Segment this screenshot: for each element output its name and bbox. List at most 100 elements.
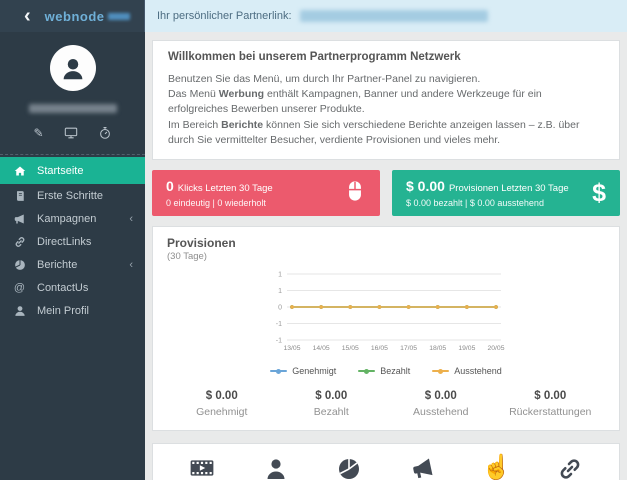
clicks-value: 0 (166, 177, 174, 194)
username-blurred (28, 104, 117, 113)
film-icon (165, 453, 239, 480)
welcome-line-3: Im Bereich Berichte können Sie sich vers… (168, 118, 580, 146)
link-icon (13, 235, 26, 248)
shortcut-tutorial-video[interactable]: Affiliate panel tutorial video (165, 453, 239, 480)
legend-swatch-icon (432, 368, 450, 375)
provisionen-panel: Provisionen (30 Tage) 1 1 0 -1 -1 13/05 14/05 1… (152, 226, 620, 432)
shortcut-directlinks[interactable]: DirectLinks ☝ (533, 453, 607, 480)
sidebar-item-label: Startseite (37, 164, 84, 177)
chart-subtitle: (30 Tage) (167, 251, 207, 263)
svg-text:0: 0 (278, 305, 282, 312)
svg-text:16/05: 16/05 (371, 345, 388, 352)
sidebar-item-label: Mein Profil (37, 304, 89, 317)
legend-item-ausstehend: Ausstehend (432, 366, 502, 376)
partner-link-label: Ihr persönlicher Partnerlink: (157, 10, 292, 22)
user-icon (13, 304, 26, 317)
provisionen-line-chart: 110-1-113/05 14/05 15/05 16/05 17/05 18/05 19/… (276, 272, 505, 353)
pie-chart-icon (13, 258, 26, 271)
sidebar-item-label: Erste Schritte (37, 189, 104, 202)
megaphone-icon (13, 212, 26, 225)
sidebar-item-contactus[interactable]: @ ContactUs (0, 276, 145, 299)
top-bar-brand: ‹ webnode (0, 0, 145, 32)
summary-rueckerstattungen: $ 0.00 Rückerstattungen (509, 390, 592, 419)
sidebar-item-erste-schritte[interactable]: Erste Schritte (0, 184, 145, 207)
svg-text:-1: -1 (276, 338, 282, 345)
stopwatch-icon[interactable] (98, 126, 112, 140)
clicks-sub: 0 eindeutig | 0 wiederholt (166, 197, 266, 208)
pencil-icon[interactable]: ✎ (33, 126, 43, 140)
partner-link-bar: Ihr persönlicher Partnerlink: (145, 0, 627, 32)
shortcut-kampagnen[interactable]: Kampagnen (386, 453, 460, 480)
sidebar-profile: ✎ (0, 32, 145, 140)
avatar (49, 45, 96, 91)
sidebar-item-startseite[interactable]: Startseite (0, 157, 145, 184)
pie-chart-icon (312, 453, 386, 480)
monitor-icon[interactable] (64, 126, 78, 140)
profile-tools: ✎ (0, 126, 145, 140)
megaphone-icon (386, 453, 460, 480)
legend-item-genehmigt: Genehmigt (270, 366, 336, 376)
shortcuts-panel: Affiliate panel tutorial video Mein Prof… (152, 443, 620, 480)
book-icon (13, 189, 26, 202)
shortcut-banner-links[interactable]: ☝ Banner & Links (460, 453, 534, 480)
summary-ausstehend: $ 0.00 Ausstehend (413, 390, 469, 419)
sidebar-item-directlinks[interactable]: DirectLinks (0, 230, 145, 253)
sidebar-menu: Startseite Erste Schritte Kampagnen ‹ Di… (0, 154, 145, 322)
svg-text:20/05: 20/05 (487, 345, 504, 352)
svg-text:1: 1 (278, 288, 282, 295)
welcome-panel: Willkommen bei unserem Partnerprogramm N… (152, 40, 620, 161)
svg-text:17/05: 17/05 (400, 345, 417, 352)
shortcut-berichte[interactable]: Berichte (312, 453, 386, 480)
welcome-line-2: Das Menü Werbung enthält Kampagnen, Bann… (168, 88, 542, 116)
commissions-card: $ 0.00 Provisionen Letzten 30 Tage $ 0.00… (392, 170, 620, 217)
chart-legend: Genehmigt Bezahlt Ausstehend (167, 366, 605, 376)
legend-swatch-icon (358, 368, 376, 375)
commissions-sub: $ 0.00 bezahlt | $ 0.00 ausstehend (406, 197, 544, 208)
chart-area: 1 1 0 -1 -1 13/05 14/05 15/05 16/05 17/05 18/05 19/… (167, 266, 605, 364)
home-icon (13, 164, 26, 177)
logo-suffix-blur (107, 12, 130, 20)
top-bar: ‹ webnode Ihr persönlicher Partnerlink: (0, 0, 627, 32)
main-content: Willkommen bei unserem Partnerprogramm N… (145, 32, 627, 480)
svg-text:18/05: 18/05 (429, 345, 446, 352)
legend-swatch-icon (270, 368, 288, 375)
affiliate-dashboard: ‹ webnode Ihr persönlicher Partnerlink: … (0, 0, 627, 480)
submenu-chevron-icon: ‹ (129, 212, 133, 225)
clicks-card: 0 Klicks Letzten 30 Tage 0 eindeutig | 0 … (152, 170, 380, 217)
svg-text:13/05: 13/05 (283, 345, 300, 352)
summary-bezahlt: $ 0.00 Bezahlt (313, 390, 349, 419)
sidebar-item-label: ContactUs (37, 281, 89, 294)
user-icon (239, 453, 313, 480)
sidebar-item-berichte[interactable]: Berichte ‹ (0, 253, 145, 276)
collapse-sidebar-icon[interactable]: ‹ (24, 6, 31, 26)
submenu-chevron-icon: ‹ (129, 258, 133, 271)
commissions-label: Provisionen Letzten 30 Tage (448, 182, 569, 194)
mouse-icon (344, 180, 366, 207)
commission-summary-row: $ 0.00 Genehmigt $ 0.00 Bezahlt $ 0.00 Auss… (167, 388, 605, 422)
commissions-value: $ 0.00 (406, 177, 445, 194)
svg-text:1: 1 (278, 272, 282, 279)
shortcut-mein-profil[interactable]: Mein Profil (239, 453, 313, 480)
welcome-title: Willkommen bei unserem Partnerprogramm N… (168, 51, 461, 63)
dollar-icon: $ (592, 178, 606, 207)
svg-text:-1: -1 (276, 321, 282, 328)
at-icon: @ (13, 281, 26, 294)
user-avatar-icon (63, 59, 82, 80)
link-icon (533, 453, 607, 480)
stat-cards-row: 0 Klicks Letzten 30 Tage 0 eindeutig | 0 … (152, 170, 620, 217)
summary-genehmigt: $ 0.00 Genehmigt (196, 390, 248, 419)
svg-text:19/05: 19/05 (458, 345, 475, 352)
sidebar-item-label: Kampagnen (37, 212, 97, 225)
webnode-logo: webnode (44, 8, 105, 24)
welcome-line-1: Benutzen Sie das Menü, um durch Ihr Part… (168, 73, 481, 85)
hand-pointer-icon: ☝ (481, 454, 512, 480)
svg-text:15/05: 15/05 (342, 345, 359, 352)
legend-item-bezahlt: Bezahlt (358, 366, 410, 376)
sidebar-item-mein-profil[interactable]: Mein Profil (0, 299, 145, 322)
chart-title: Provisionen (167, 236, 236, 251)
clicks-label: Klicks Letzten 30 Tage (177, 182, 273, 194)
sidebar-item-kampagnen[interactable]: Kampagnen ‹ (0, 207, 145, 230)
sidebar: ✎ Startseite Erste Schritte Kampagnen ‹ … (0, 32, 145, 480)
sidebar-item-label: DirectLinks (37, 235, 92, 248)
partner-link-value-blurred[interactable] (299, 10, 488, 22)
